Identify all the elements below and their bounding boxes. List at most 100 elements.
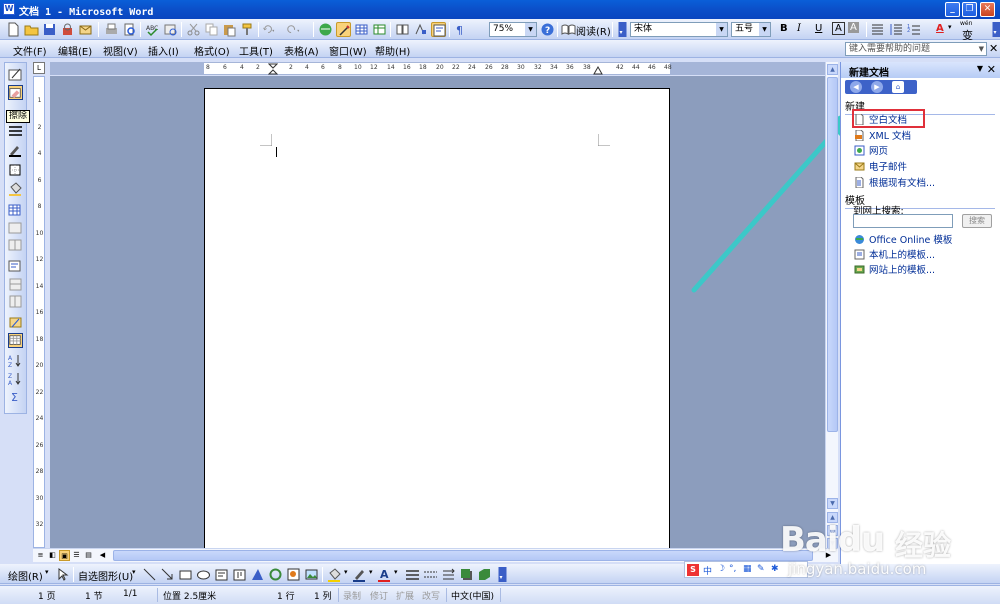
split-cells-icon[interactable]: [8, 238, 23, 253]
dash-style-icon[interactable]: [423, 567, 438, 582]
sort-descending-icon[interactable]: ZA: [8, 371, 23, 387]
line-spacing-icon[interactable]: [888, 22, 903, 37]
select-objects-icon[interactable]: [55, 567, 70, 582]
arrow-style-icon[interactable]: [441, 567, 456, 582]
permission-icon[interactable]: [60, 22, 75, 37]
task-pane-close-icon[interactable]: ✕: [987, 63, 996, 76]
status-position[interactable]: 位置 2.5厘米: [163, 589, 216, 602]
read-mode-icon[interactable]: [561, 22, 576, 37]
menu-tools[interactable]: 工具(T): [239, 43, 273, 58]
right-indent-marker[interactable]: [593, 65, 603, 75]
ime-punctuation-icon[interactable]: °,: [729, 564, 736, 574]
wordart-icon[interactable]: [250, 567, 265, 582]
show-hide-marks-icon[interactable]: ¶: [453, 22, 468, 37]
draw-menu-button[interactable]: 绘图(R): [8, 568, 43, 583]
website-templates-link[interactable]: 网站上的模板...: [854, 262, 935, 276]
back-icon[interactable]: ◀: [850, 81, 862, 93]
local-templates-link[interactable]: 本机上的模板...: [854, 247, 935, 261]
redo-icon[interactable]: ▾: [287, 22, 309, 37]
home-icon[interactable]: ⌂: [892, 81, 904, 93]
new-web-page-link[interactable]: 网页: [854, 143, 888, 157]
status-line[interactable]: 1 行: [277, 589, 295, 602]
menu-file[interactable]: 文件(F): [13, 43, 47, 58]
hyperlink-icon[interactable]: [318, 22, 333, 37]
distribute-columns-icon[interactable]: [8, 294, 23, 309]
reading-view-icon[interactable]: ▤: [83, 550, 94, 561]
vertical-ruler[interactable]: 1 2 4 6 8 10 12 14 16 18 20 22 24 26 28 30 32: [33, 76, 45, 548]
distribute-rows-icon[interactable]: [8, 277, 23, 292]
table-autoformat-icon[interactable]: [8, 315, 23, 330]
italic-button[interactable]: I: [797, 23, 801, 34]
line-style-icon-2[interactable]: [405, 567, 420, 582]
print-preview-icon[interactable]: [122, 22, 137, 37]
new-xml-document-link[interactable]: XML 文档: [854, 128, 911, 142]
print-icon[interactable]: [104, 22, 119, 37]
arrow-icon[interactable]: [160, 567, 175, 582]
scroll-up-button[interactable]: ▲: [827, 64, 838, 75]
help-dropdown-icon[interactable]: ▼: [979, 43, 984, 55]
line-color-icon[interactable]: [352, 567, 367, 582]
horizontal-scroll-thumb[interactable]: [113, 550, 813, 561]
insert-excel-icon[interactable]: [372, 22, 387, 37]
sort-ascending-icon[interactable]: AZ: [8, 353, 23, 369]
status-page[interactable]: 1 页: [38, 589, 56, 602]
email-icon[interactable]: [78, 22, 93, 37]
vertical-text-box-icon[interactable]: [232, 567, 247, 582]
autoshapes-menu-button[interactable]: 自选图形(U): [78, 568, 133, 583]
open-icon[interactable]: [24, 22, 39, 37]
undo-icon[interactable]: ▾: [262, 22, 284, 37]
line-style-icon[interactable]: [8, 123, 23, 138]
insert-table-icon[interactable]: [354, 22, 369, 37]
toolbar-options-icon[interactable]: ▾: [615, 22, 627, 37]
toolbar-options-icon-2[interactable]: ▾: [989, 22, 1000, 37]
underline-button[interactable]: U: [815, 23, 822, 34]
drawing-toolbar-options-icon[interactable]: ▾: [495, 567, 507, 582]
shading-color-icon[interactable]: [8, 181, 23, 196]
status-page-count[interactable]: 1/1: [123, 589, 137, 599]
read-mode-label[interactable]: 阅读(R): [576, 23, 611, 38]
fill-color-icon[interactable]: [327, 567, 342, 582]
drawing-icon[interactable]: [413, 22, 428, 37]
status-overtype[interactable]: 改写: [422, 589, 440, 602]
status-record[interactable]: 录制: [343, 589, 361, 602]
table-gridlines-icon[interactable]: [8, 333, 23, 348]
text-color-icon[interactable]: A: [377, 567, 392, 582]
web-view-icon[interactable]: ◧: [47, 550, 58, 561]
status-language[interactable]: 中文(中国): [451, 589, 494, 602]
border-color-icon[interactable]: [8, 142, 23, 157]
vertical-scroll-thumb[interactable]: [827, 77, 838, 432]
text-box-icon[interactable]: [214, 567, 229, 582]
ime-tools-icon[interactable]: ✱: [771, 564, 779, 574]
align-icon[interactable]: [8, 259, 23, 274]
justify-icon[interactable]: [870, 22, 885, 37]
ime-skin-icon[interactable]: ✎: [757, 564, 765, 574]
phonetic-guide-label[interactable]: wén: [960, 20, 972, 27]
document-map-icon[interactable]: [431, 22, 446, 37]
copy-icon[interactable]: [204, 22, 219, 37]
new-email-link[interactable]: 电子邮件: [854, 159, 907, 173]
menu-insert[interactable]: 插入(I): [148, 43, 179, 58]
print-layout-view-icon[interactable]: ▣: [59, 550, 70, 561]
word-app-icon[interactable]: W: [3, 3, 15, 15]
office-online-templates-link[interactable]: Office Online 模板: [854, 232, 952, 246]
autosum-icon[interactable]: Σ: [8, 389, 23, 404]
status-extend[interactable]: 扩展: [396, 589, 414, 602]
font-color-button[interactable]: A: [936, 23, 944, 34]
menu-table[interactable]: 表格(A): [284, 43, 319, 58]
insert-picture-icon[interactable]: [304, 567, 319, 582]
scroll-left-button[interactable]: ◀: [97, 550, 108, 561]
font-name-select[interactable]: 宋体 ▼: [630, 22, 728, 37]
bold-button[interactable]: B: [780, 23, 788, 34]
cut-icon[interactable]: [186, 22, 201, 37]
insert-table-icon-2[interactable]: [8, 203, 23, 218]
save-icon[interactable]: [42, 22, 57, 37]
clip-art-icon[interactable]: [286, 567, 301, 582]
scroll-down-button[interactable]: ▼: [827, 498, 838, 509]
paste-icon[interactable]: [222, 22, 237, 37]
task-pane-menu-icon[interactable]: ▼: [977, 64, 983, 73]
menu-edit[interactable]: 编辑(E): [58, 43, 92, 58]
research-icon[interactable]: [163, 22, 178, 37]
tab-selector[interactable]: L: [33, 62, 45, 74]
zoom-select[interactable]: 75% ▼: [489, 22, 537, 37]
char-border-button[interactable]: A: [832, 22, 845, 35]
